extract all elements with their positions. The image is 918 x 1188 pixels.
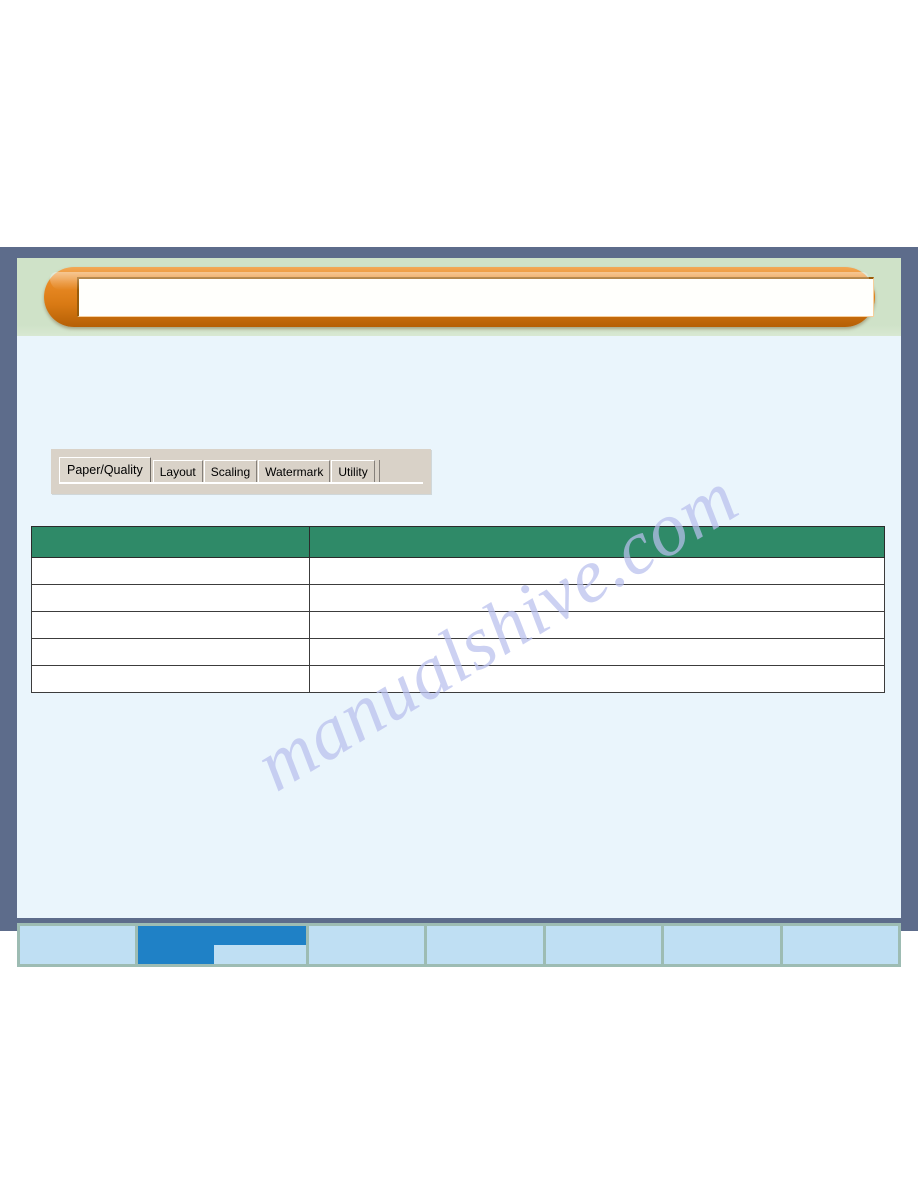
table-body <box>31 557 885 693</box>
table-row <box>31 638 885 666</box>
settings-table <box>31 526 885 693</box>
header-band <box>17 258 901 336</box>
cell-item <box>31 557 310 585</box>
tab-paper-quality[interactable]: Paper/Quality <box>59 457 151 482</box>
help-window-frame: manualshive.com Paper/Quality Layout Sca… <box>0 247 918 967</box>
tab-watermark[interactable]: Watermark <box>258 460 331 482</box>
table-header-row <box>31 526 885 558</box>
chapter-tab-2-highlight-top <box>138 926 306 945</box>
table-head <box>31 526 885 558</box>
cell-item <box>31 665 310 693</box>
cell-description <box>309 638 885 666</box>
intro-paragraph <box>53 354 863 355</box>
cell-description <box>309 611 885 639</box>
cell-description <box>309 584 885 612</box>
page-title <box>77 277 874 317</box>
table-row <box>31 665 885 693</box>
tab-strip-end-divider <box>378 460 380 482</box>
chapter-tab-5[interactable] <box>545 926 662 964</box>
tab-list: Paper/Quality Layout Scaling Watermark U… <box>59 457 431 482</box>
tab-utility[interactable]: Utility <box>331 460 375 482</box>
chapter-tab-1[interactable] <box>20 926 136 964</box>
cell-description <box>309 557 885 585</box>
column-header-description <box>309 526 885 558</box>
chapter-tab-3[interactable] <box>308 926 425 964</box>
help-page: manualshive.com Paper/Quality Layout Sca… <box>17 258 901 918</box>
chapter-tab-6[interactable] <box>664 926 780 964</box>
cell-item <box>31 611 310 639</box>
cell-item <box>31 584 310 612</box>
chapter-tab-2-selected[interactable] <box>138 926 306 964</box>
tab-scaling[interactable]: Scaling <box>203 460 258 482</box>
property-sheet-tab-strip: Paper/Quality Layout Scaling Watermark U… <box>51 449 431 494</box>
chapter-tab-2-highlight-bottom <box>138 945 214 964</box>
cell-description <box>309 665 885 693</box>
table-row <box>31 557 885 585</box>
title-capsule <box>44 267 875 327</box>
cell-item <box>31 638 310 666</box>
table-row <box>31 611 885 639</box>
tab-layout[interactable]: Layout <box>152 460 203 482</box>
body-content: Paper/Quality Layout Scaling Watermark U… <box>17 336 901 918</box>
chapter-tab-7[interactable] <box>782 926 898 964</box>
chapter-tab-bar <box>17 923 901 967</box>
table-row <box>31 584 885 612</box>
chapter-tab-4[interactable] <box>427 926 543 964</box>
column-header-item <box>31 526 310 558</box>
